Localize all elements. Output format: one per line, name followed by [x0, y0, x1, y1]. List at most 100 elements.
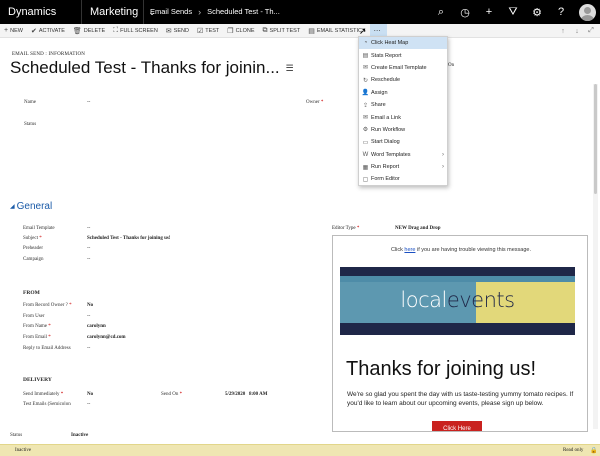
- reschedule-icon: ↻: [362, 77, 369, 84]
- gear-icon[interactable]: ⚙: [525, 6, 549, 19]
- help-icon[interactable]: ?: [549, 6, 573, 18]
- owner-label-text: Owner: [306, 100, 320, 105]
- banner-logo-text: localevents: [340, 288, 575, 312]
- name-label: Name: [24, 100, 36, 105]
- email-heading: Thanks for joining us!: [346, 358, 537, 380]
- menu-item-form-editor[interactable]: ▢ Form Editor: [359, 173, 447, 185]
- clone-button[interactable]: ❐ CLONE: [223, 24, 258, 38]
- from-record-owner-field[interactable]: No: [87, 303, 93, 308]
- page-title-text: Scheduled Test - Thanks for joinin...: [10, 58, 280, 77]
- history-icon[interactable]: ◷: [453, 6, 477, 19]
- editor-type-field[interactable]: NEW Drag and Drop: [395, 226, 441, 231]
- clone-button-label: CLONE: [235, 27, 255, 34]
- split-test-button[interactable]: ⧉ SPLIT TEST: [259, 24, 305, 38]
- banner-word-events: events: [446, 288, 515, 312]
- new-button[interactable]: + NEW: [0, 24, 27, 38]
- split-test-icon: ⧉: [262, 26, 268, 34]
- required-marker: *: [47, 324, 51, 329]
- campaign-field[interactable]: --: [87, 257, 90, 262]
- lock-icon: 🔒: [590, 448, 598, 454]
- menu-item-word-templates[interactable]: W Word Templates ›: [359, 149, 447, 161]
- from-record-owner-label-text: From Record Owner ?: [23, 303, 68, 308]
- arrow-down-icon[interactable]: ↓: [570, 28, 584, 35]
- name-field[interactable]: --: [87, 100, 90, 105]
- menu-item-label: Email a Link: [371, 114, 401, 121]
- breadcrumb-entity[interactable]: Email Sends: [144, 0, 198, 24]
- breadcrumb-record[interactable]: Scheduled Test - Th...: [201, 0, 286, 24]
- submenu-arrow-icon: ›: [442, 164, 444, 171]
- subject-label: Subject *: [23, 236, 42, 241]
- from-name-field[interactable]: carolynn: [87, 324, 106, 329]
- menu-item-reschedule[interactable]: ↻ Reschedule: [359, 74, 447, 86]
- general-section-title[interactable]: ◢ General: [10, 201, 52, 212]
- expand-icon[interactable]: ⤢: [584, 27, 598, 35]
- area-label: Marketing: [90, 6, 139, 18]
- full-screen-button[interactable]: ⛶ FULL SCREEN: [109, 24, 162, 38]
- activate-button[interactable]: ✔ ACTIVATE: [27, 24, 69, 38]
- menu-item-assign[interactable]: 👤 Assign: [359, 87, 447, 99]
- send-on-date-field[interactable]: 5/29/2020: [225, 392, 245, 397]
- send-immediately-label: Send Immediately *: [23, 392, 63, 397]
- command-bar: + NEW ✔ ACTIVATE 🗑 DELETE ⛶ FULL SCREEN ✉ SEN…: [0, 23, 600, 38]
- area-switcher[interactable]: Marketing ⌄: [82, 0, 156, 24]
- avatar[interactable]: [579, 3, 596, 21]
- top-nav-actions: ⌕ ◷ + ⛛ ⚙ ?: [429, 0, 600, 24]
- test-emails-field[interactable]: --: [87, 402, 90, 407]
- send-button[interactable]: ✉ SEND: [162, 24, 193, 38]
- envelope-icon: ✉: [362, 65, 369, 72]
- required-marker: *: [178, 392, 183, 397]
- arrow-up-icon[interactable]: ↑: [556, 28, 570, 35]
- menu-item-click-heat-map[interactable]: ◔ Click Heat Map: [359, 37, 447, 50]
- subject-field[interactable]: Scheduled Test - Thanks for joining us!: [87, 236, 170, 241]
- required-marker: *: [47, 335, 51, 340]
- activate-button-label: ACTIVATE: [38, 27, 65, 34]
- status-bar-value: Inactive: [71, 433, 89, 438]
- send-immediately-field[interactable]: No: [87, 392, 93, 397]
- email-cta-button[interactable]: Click Here: [432, 421, 482, 431]
- from-user-label: From User: [23, 314, 45, 319]
- plus-icon[interactable]: +: [477, 6, 501, 18]
- menu-item-start-dialog[interactable]: ▭ Start Dialog: [359, 136, 447, 148]
- send-button-label: SEND: [173, 27, 189, 34]
- workflow-icon: ⚙: [362, 127, 369, 134]
- test-button-label: TEST: [205, 27, 220, 34]
- menu-item-email-a-link[interactable]: ✉ Email a Link: [359, 111, 447, 123]
- delete-button-label: DELETE: [83, 27, 106, 34]
- email-preview[interactable]: Click here if you are having trouble vie…: [332, 235, 588, 432]
- form-scrollbar-thumb[interactable]: [594, 84, 597, 194]
- status-bar: Status Inactive: [0, 432, 600, 442]
- view-online-link[interactable]: here: [404, 247, 415, 253]
- send-on-label: Send On *: [161, 392, 182, 397]
- send-on-time-field[interactable]: 8:00 AM: [249, 392, 267, 397]
- menu-item-stats-report[interactable]: ▤ Stats Report: [359, 49, 447, 61]
- from-name-label-text: From Name: [23, 324, 48, 329]
- notice-suffix: if you are having trouble viewing this m…: [416, 247, 532, 253]
- from-user-field[interactable]: --: [87, 314, 90, 319]
- collapse-icon: ◢: [10, 204, 15, 210]
- status-label: Status: [24, 122, 37, 127]
- required-marker: *: [355, 226, 360, 231]
- menu-item-label: Click Heat Map: [371, 40, 409, 47]
- form-list-icon[interactable]: ☰: [286, 63, 294, 74]
- trash-icon: 🗑: [72, 27, 82, 35]
- menu-item-share[interactable]: ⇪ Share: [359, 99, 447, 111]
- delete-button[interactable]: 🗑 DELETE: [69, 24, 109, 38]
- app-brand[interactable]: Dynamics 365: [0, 0, 82, 42]
- menu-item-run-workflow[interactable]: ⚙ Run Workflow: [359, 124, 447, 136]
- read-only-label: Read only: [563, 448, 584, 453]
- menu-item-create-email-template[interactable]: ✉ Create Email Template: [359, 62, 447, 74]
- required-marker: *: [67, 303, 72, 308]
- clone-icon: ❐: [227, 27, 234, 35]
- preheader-field[interactable]: --: [87, 246, 90, 251]
- from-email-field[interactable]: carolynn@cd.com: [87, 335, 126, 340]
- required-marker: *: [59, 392, 64, 397]
- menu-item-label: Start Dialog: [371, 139, 400, 146]
- menu-item-run-report[interactable]: ▦ Run Report ›: [359, 161, 447, 173]
- reply-to-field[interactable]: --: [87, 346, 90, 351]
- email-template-field[interactable]: --: [87, 226, 90, 231]
- search-icon[interactable]: ⌕: [429, 6, 453, 19]
- banner-word-local: local: [400, 288, 447, 312]
- filter-icon[interactable]: ⛛: [501, 6, 525, 19]
- more-commands-menu: ◔ Click Heat Map ▤ Stats Report ✉ Create Em…: [358, 36, 448, 186]
- test-button[interactable]: ☑ TEST: [193, 24, 223, 38]
